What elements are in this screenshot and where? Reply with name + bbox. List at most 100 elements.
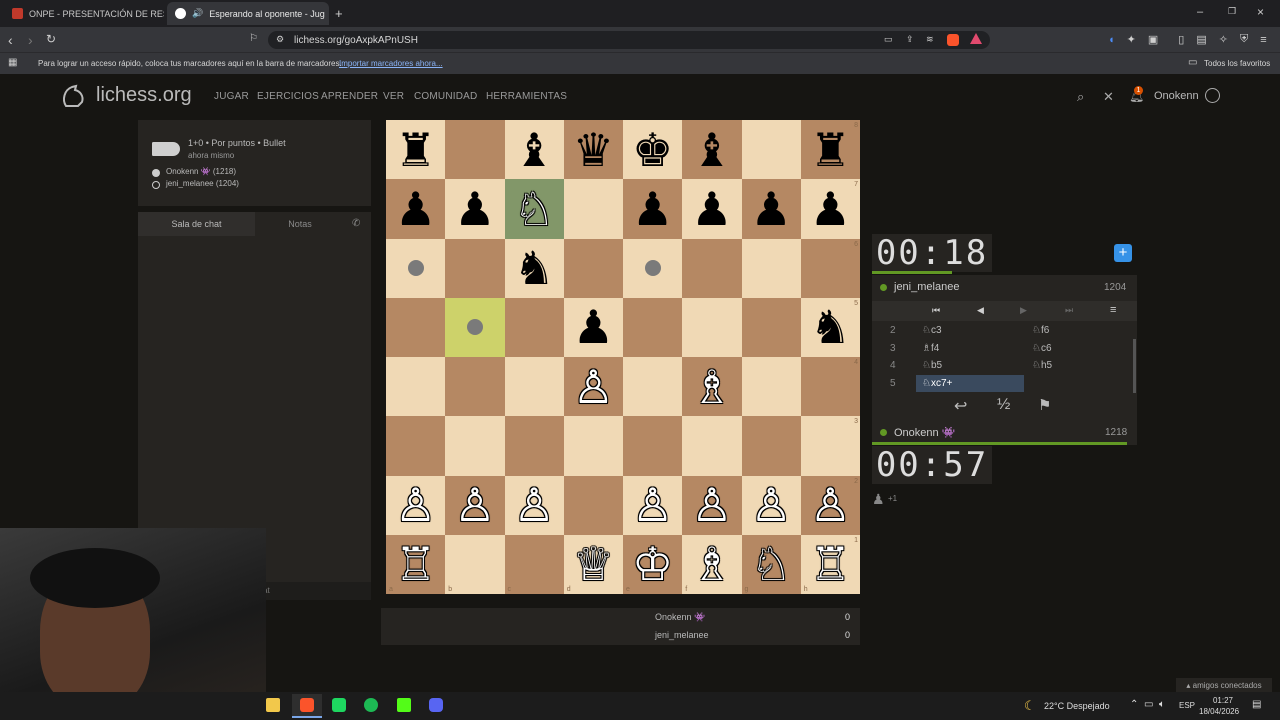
- file-explorer-icon[interactable]: [266, 698, 280, 712]
- square-a3[interactable]: [386, 416, 446, 476]
- phone-icon[interactable]: ✆: [352, 218, 360, 229]
- square-b5[interactable]: [445, 297, 505, 357]
- legal-move-dot[interactable]: [466, 319, 483, 336]
- tab-chat[interactable]: Sala de chat: [138, 212, 255, 236]
- app-icon[interactable]: [332, 698, 346, 712]
- brave-shield-icon[interactable]: [947, 34, 959, 46]
- square-a4[interactable]: [386, 357, 446, 417]
- tab-search-icon[interactable]: ▣: [1148, 33, 1158, 46]
- prev-move-icon[interactable]: ◀: [977, 305, 984, 316]
- volume-icon[interactable]: 🔈︎: [1159, 699, 1165, 710]
- square-b1[interactable]: b: [445, 534, 505, 594]
- minimize-icon[interactable]: –: [1197, 6, 1203, 18]
- opponent-name[interactable]: jeni_melanee: [894, 281, 959, 293]
- square-e6[interactable]: [623, 238, 683, 298]
- avatar-icon[interactable]: [1205, 88, 1220, 103]
- next-move-icon[interactable]: ▶: [1020, 305, 1027, 316]
- network-icon[interactable]: ▭: [1144, 699, 1153, 710]
- square-c4[interactable]: [504, 357, 564, 417]
- add-time-icon[interactable]: +: [1114, 244, 1132, 262]
- weather-text[interactable]: 22°C Despejado: [1044, 701, 1110, 711]
- white-pawn-icon[interactable]: ♙: [395, 482, 436, 528]
- black-player[interactable]: jeni_melanee (1204): [166, 179, 239, 188]
- user-menu[interactable]: Onokenn: [1154, 90, 1199, 102]
- white-player[interactable]: Onokenn 👾 (1218): [166, 167, 236, 176]
- square-c6[interactable]: ♞: [504, 238, 564, 298]
- white-move[interactable]: ♘xc7+: [916, 375, 1024, 393]
- sidebar-icon[interactable]: ▯: [1178, 33, 1184, 46]
- white-pawn-icon[interactable]: ♙: [810, 482, 851, 528]
- square-d3[interactable]: [563, 416, 623, 476]
- square-b8[interactable]: [445, 120, 505, 180]
- nav-watch[interactable]: VER: [383, 91, 404, 102]
- square-f1[interactable]: ♗ f: [682, 534, 742, 594]
- square-c2[interactable]: ♙: [504, 475, 564, 535]
- chess-board[interactable]: ♜ ♝ ♛ ♚ ♝ ♜ 8 ♟ ♟ ♘ ♟ ♟ ♟ ♟ 7 ♞ 6 ♟ ♞ 5 ♙ ♗ 4 3 ♙ ♙ ♙ ♙ ♙ ♙ ♙ 2 ♖ a b c ♕ d ♔ e…: [386, 120, 860, 594]
- black-knight-icon[interactable]: ♞: [514, 245, 555, 291]
- black-pawn-icon[interactable]: ♟: [454, 186, 495, 232]
- white-rook-icon[interactable]: ♖: [810, 541, 851, 587]
- black-king-icon[interactable]: ♚: [632, 127, 673, 173]
- square-g6[interactable]: [741, 238, 801, 298]
- forward-icon[interactable]: ›: [28, 32, 33, 48]
- black-queen-icon[interactable]: ♛: [573, 127, 614, 173]
- square-e7[interactable]: ♟: [623, 179, 683, 239]
- takeback-icon[interactable]: ↩: [954, 396, 967, 416]
- discord-icon[interactable]: [429, 698, 443, 712]
- square-h8[interactable]: ♜ 8: [800, 120, 860, 180]
- apps-grid-icon[interactable]: ▦: [8, 57, 17, 68]
- offer-draw-icon[interactable]: ½: [997, 396, 1010, 414]
- my-name[interactable]: Onokenn 👾: [894, 426, 955, 439]
- square-a1[interactable]: ♖ a: [386, 534, 446, 594]
- new-tab-icon[interactable]: +: [335, 6, 343, 21]
- square-b3[interactable]: [445, 416, 505, 476]
- square-a6[interactable]: [386, 238, 446, 298]
- square-c7[interactable]: ♘: [504, 179, 564, 239]
- legal-move-dot[interactable]: [407, 260, 424, 277]
- square-e5[interactable]: [623, 297, 683, 357]
- white-queen-icon[interactable]: ♕: [573, 541, 614, 587]
- square-f7[interactable]: ♟: [682, 179, 742, 239]
- white-pawn-icon[interactable]: ♙: [514, 482, 555, 528]
- notification-center-icon[interactable]: ▤: [1252, 699, 1261, 710]
- spotify-icon[interactable]: [364, 698, 378, 712]
- square-h6[interactable]: 6: [800, 238, 860, 298]
- square-f4[interactable]: ♗: [682, 357, 742, 417]
- square-h5[interactable]: ♞ 5: [800, 297, 860, 357]
- square-c5[interactable]: [504, 297, 564, 357]
- black-pawn-icon[interactable]: ♟: [632, 186, 673, 232]
- kick-icon[interactable]: [397, 698, 411, 712]
- clock-time[interactable]: 01:27: [1203, 696, 1243, 705]
- square-h2[interactable]: ♙ 2: [800, 475, 860, 535]
- square-f2[interactable]: ♙: [682, 475, 742, 535]
- square-h4[interactable]: 4: [800, 357, 860, 417]
- reload-icon[interactable]: ↻: [46, 32, 56, 46]
- black-move[interactable]: ♘h5: [1032, 360, 1052, 371]
- square-b6[interactable]: [445, 238, 505, 298]
- black-pawn-icon[interactable]: ♟: [573, 304, 614, 350]
- nav-tools[interactable]: HERRAMIENTAS: [486, 91, 567, 102]
- square-e2[interactable]: ♙: [623, 475, 683, 535]
- square-g8[interactable]: [741, 120, 801, 180]
- square-f6[interactable]: [682, 238, 742, 298]
- white-bishop-icon[interactable]: ♗: [691, 541, 732, 587]
- leo-icon[interactable]: ✧: [1219, 33, 1228, 46]
- tab-notes[interactable]: Notas: [255, 212, 345, 236]
- square-e4[interactable]: [623, 357, 683, 417]
- white-pawn-icon[interactable]: ♙: [573, 364, 614, 410]
- square-f5[interactable]: [682, 297, 742, 357]
- black-pawn-icon[interactable]: ♟: [395, 186, 436, 232]
- friends-online-button[interactable]: ▴ amigos conectados: [1176, 678, 1272, 692]
- black-move[interactable]: ♘c6: [1032, 343, 1052, 354]
- close-window-icon[interactable]: ×: [1257, 5, 1264, 19]
- square-d5[interactable]: ♟: [563, 297, 623, 357]
- language-indicator[interactable]: ESP: [1179, 701, 1195, 710]
- nav-play[interactable]: JUGAR: [214, 91, 249, 102]
- square-a7[interactable]: ♟: [386, 179, 446, 239]
- white-pawn-icon[interactable]: ♙: [751, 482, 792, 528]
- nav-learn[interactable]: APRENDER: [321, 91, 378, 102]
- square-h1[interactable]: ♖ 1 h: [800, 534, 860, 594]
- square-h7[interactable]: ♟ 7: [800, 179, 860, 239]
- white-knight-icon[interactable]: ♘: [751, 541, 792, 587]
- rss-icon[interactable]: ≋: [926, 34, 934, 45]
